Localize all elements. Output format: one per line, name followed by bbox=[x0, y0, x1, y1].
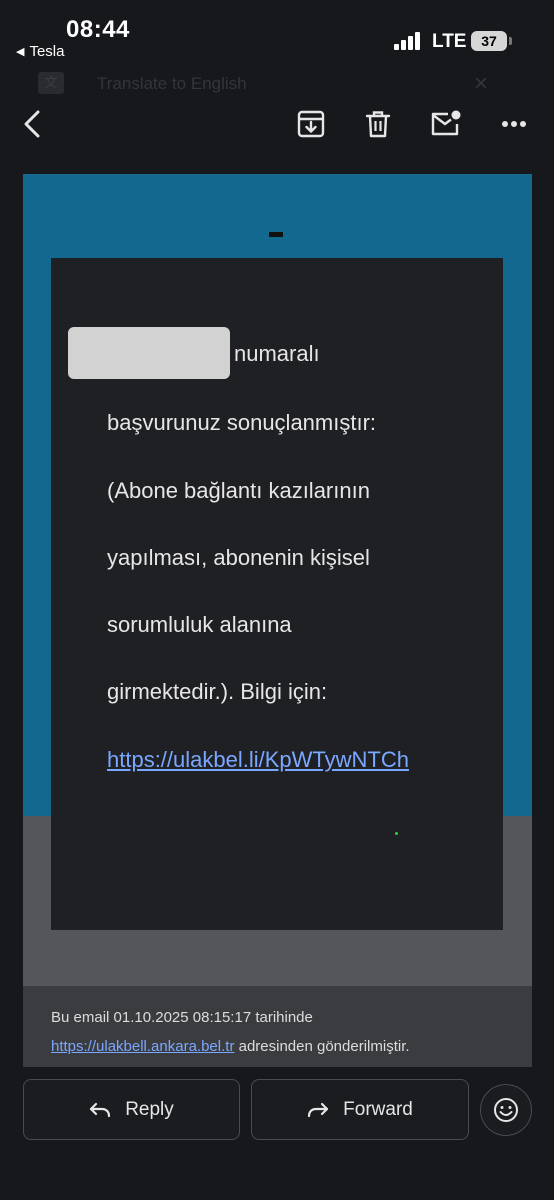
header-dash bbox=[269, 232, 283, 237]
forward-label: Forward bbox=[343, 1098, 413, 1120]
message-line: numaralı bbox=[234, 341, 320, 366]
back-triangle-icon: ◀ bbox=[16, 46, 25, 58]
email-footer: Bu email 01.10.2025 08:15:17 tarihinde h… bbox=[23, 986, 532, 1067]
clock: 08:44 bbox=[66, 16, 130, 43]
battery-tip bbox=[509, 37, 512, 45]
footer-suffix: adresinden gönderilmiştir. bbox=[234, 1038, 410, 1055]
message-line: sorumluluk alanına bbox=[107, 612, 292, 637]
back-app-label: Tesla bbox=[29, 43, 65, 60]
message-line: (Abone bağlantı kazılarının bbox=[107, 478, 370, 503]
footer-source-line: https://ulakbell.ankara.bel.tr adresinde… bbox=[51, 1038, 410, 1055]
message-link[interactable]: https://ulakbel.li/KpWTywNTCh bbox=[107, 747, 409, 773]
forward-button[interactable]: Forward bbox=[251, 1079, 469, 1140]
reply-button[interactable]: Reply bbox=[23, 1079, 240, 1140]
email-body: numaralı başvurunuz sonuçlanmıştır: (Abo… bbox=[23, 174, 532, 1067]
green-dot bbox=[395, 832, 398, 835]
message-card: numaralı başvurunuz sonuçlanmıştır: (Abo… bbox=[51, 258, 503, 930]
archive-icon[interactable] bbox=[289, 102, 333, 146]
toolbar bbox=[0, 90, 554, 160]
forward-icon bbox=[308, 1102, 329, 1117]
message-line: başvurunuz sonuçlanmıştır: bbox=[107, 410, 377, 435]
network-label: LTE bbox=[432, 31, 467, 52]
footer-link[interactable]: https://ulakbell.ankara.bel.tr bbox=[51, 1038, 234, 1055]
signal-icon bbox=[394, 32, 424, 50]
battery-icon: 37 bbox=[471, 31, 507, 51]
back-arrow-icon[interactable] bbox=[10, 102, 54, 146]
message-line: girmektedir.). Bilgi için: bbox=[107, 679, 328, 704]
reply-label: Reply bbox=[125, 1098, 174, 1120]
more-icon[interactable] bbox=[492, 102, 536, 146]
emoji-reaction-button[interactable] bbox=[480, 1084, 532, 1136]
message-line: yapılması, abonenin kişisel bbox=[107, 545, 370, 570]
reply-icon bbox=[90, 1102, 111, 1117]
status-bar: 08:44 ◀ Tesla LTE 37 bbox=[0, 0, 554, 62]
trash-icon[interactable] bbox=[356, 102, 400, 146]
footer-date-line: Bu email 01.10.2025 08:15:17 tarihinde bbox=[51, 1009, 313, 1026]
back-to-app[interactable]: ◀ Tesla bbox=[16, 43, 65, 60]
smiley-icon bbox=[494, 1098, 518, 1122]
mark-unread-icon[interactable] bbox=[424, 102, 468, 146]
redacted-block bbox=[68, 327, 230, 379]
